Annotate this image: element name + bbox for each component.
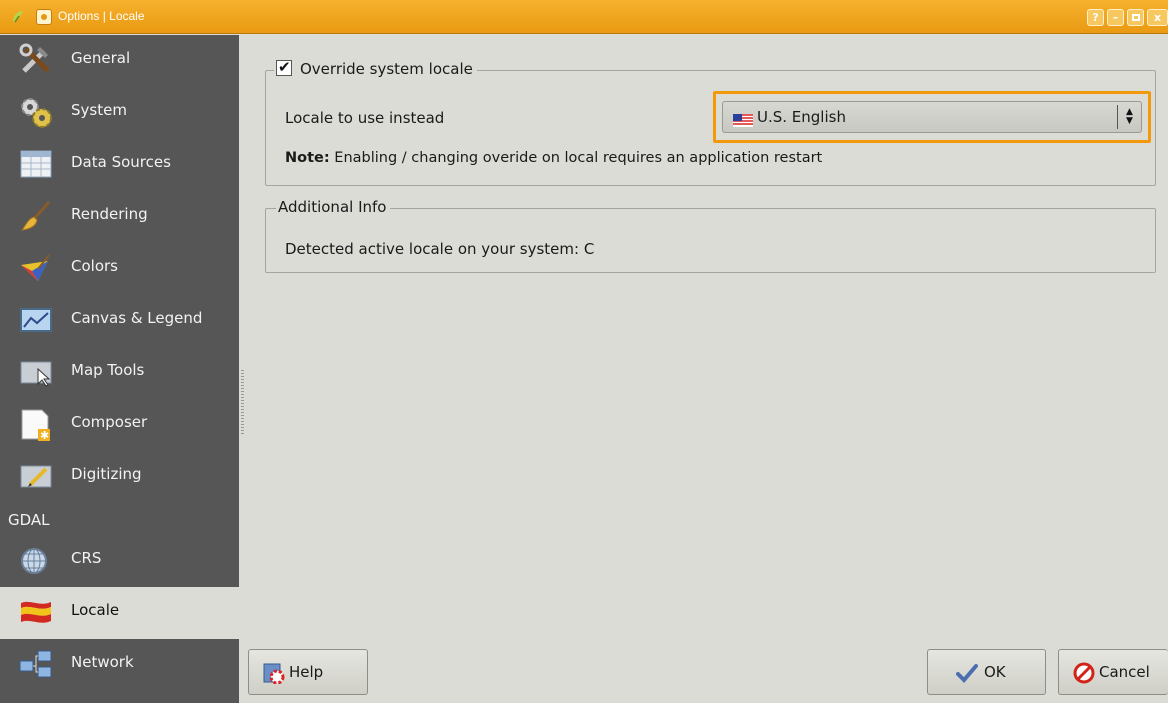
cancel-button-label: Cancel bbox=[1099, 663, 1150, 681]
override-locale-checkbox[interactable]: Override system locale bbox=[274, 58, 477, 78]
sidebar-item-colors[interactable]: Colors bbox=[0, 243, 239, 295]
sidebar-item-crs[interactable]: CRS bbox=[0, 535, 239, 587]
sidebar-item-label: Colors bbox=[71, 257, 118, 275]
note-text: Enabling / changing overide on local req… bbox=[329, 150, 823, 166]
ok-button[interactable]: OK bbox=[927, 649, 1046, 695]
cancel-button[interactable]: Cancel bbox=[1058, 649, 1168, 695]
tools-icon bbox=[19, 43, 50, 73]
close-button[interactable]: x bbox=[1147, 9, 1168, 26]
minimize-button[interactable]: – bbox=[1107, 9, 1124, 26]
network-icon bbox=[19, 650, 52, 678]
composer-icon: ✱ bbox=[21, 409, 50, 441]
sidebar-item-system[interactable]: System bbox=[0, 87, 239, 139]
sidebar-item-label: System bbox=[71, 101, 127, 119]
svg-text:✱: ✱ bbox=[40, 429, 49, 441]
sidebar-item-label: Data Sources bbox=[71, 153, 171, 171]
window-titlebar: Options | Locale ? – x bbox=[0, 0, 1168, 34]
splitter-handle[interactable] bbox=[241, 370, 244, 434]
sidebar-item-label: Canvas & Legend bbox=[71, 309, 203, 327]
ok-button-label: OK bbox=[984, 663, 1006, 681]
digitizing-icon bbox=[20, 465, 52, 488]
sidebar-item-label: Network bbox=[71, 653, 134, 671]
help-button-label: Help bbox=[289, 663, 324, 681]
locale-combo-highlight: U.S. English ▲ ▼ bbox=[713, 91, 1151, 143]
sidebar-item-label: Rendering bbox=[71, 205, 148, 223]
gears-icon bbox=[21, 98, 52, 128]
window-title: Options | Locale bbox=[58, 9, 145, 23]
restart-note: Note: Enabling / changing overide on loc… bbox=[285, 150, 822, 166]
sidebar-item-network[interactable]: Network bbox=[0, 639, 239, 691]
locale-flag-icon bbox=[21, 601, 51, 623]
locale-select-value: U.S. English bbox=[757, 108, 846, 126]
table-icon bbox=[20, 150, 52, 178]
palette-icon bbox=[21, 254, 50, 281]
help-window-button[interactable]: ? bbox=[1087, 9, 1104, 26]
cancel-icon bbox=[1073, 662, 1095, 684]
maximize-button[interactable] bbox=[1127, 9, 1144, 26]
sidebar-item-general[interactable]: General bbox=[0, 35, 239, 87]
locale-select[interactable]: U.S. English ▲ ▼ bbox=[722, 101, 1142, 133]
sidebar-item-canvas-legend[interactable]: Canvas & Legend bbox=[0, 295, 239, 347]
override-locale-label: Override system locale bbox=[300, 60, 473, 78]
help-button[interactable]: Help bbox=[248, 649, 368, 695]
checkbox-icon[interactable] bbox=[276, 58, 292, 76]
map-tools-icon bbox=[20, 361, 52, 387]
us-flag-icon bbox=[733, 114, 753, 127]
sidebar-item-label: Map Tools bbox=[71, 361, 145, 379]
locale-to-use-label: Locale to use instead bbox=[285, 109, 445, 127]
checkmark-icon bbox=[956, 664, 978, 683]
help-lifebuoy-icon bbox=[263, 663, 285, 684]
sidebar-item-data-sources[interactable]: Data Sources bbox=[0, 139, 239, 191]
sidebar-item-label: Locale bbox=[71, 601, 120, 619]
brush-icon bbox=[20, 201, 51, 231]
sidebar-item-locale[interactable]: Locale bbox=[0, 587, 239, 639]
detected-locale-text: Detected active locale on your system: C bbox=[285, 240, 595, 258]
sidebar-item-label: Composer bbox=[71, 413, 148, 431]
sidebar-heading-gdal[interactable]: GDAL bbox=[8, 511, 50, 529]
globe-icon bbox=[21, 548, 47, 574]
sidebar-item-label: General bbox=[71, 49, 131, 67]
sidebar-item-label: CRS bbox=[71, 549, 102, 567]
sidebar-item-composer[interactable]: ✱ Composer bbox=[0, 399, 239, 451]
sidebar-item-rendering[interactable]: Rendering bbox=[0, 191, 239, 243]
additional-info-title: Additional Info bbox=[276, 198, 391, 216]
note-label: Note: bbox=[285, 150, 330, 166]
select-arrows-icon[interactable]: ▲ ▼ bbox=[1117, 105, 1141, 129]
window-menu-icon[interactable] bbox=[36, 9, 52, 25]
qgis-logo-icon bbox=[13, 11, 23, 23]
sidebar-item-map-tools[interactable]: Map Tools bbox=[0, 347, 239, 399]
sidebar-item-label: Digitizing bbox=[71, 465, 142, 483]
canvas-icon bbox=[20, 308, 52, 332]
sidebar-item-digitizing[interactable]: Digitizing bbox=[0, 451, 239, 503]
options-sidebar: General System Data Sources Rendering Co… bbox=[0, 35, 244, 703]
